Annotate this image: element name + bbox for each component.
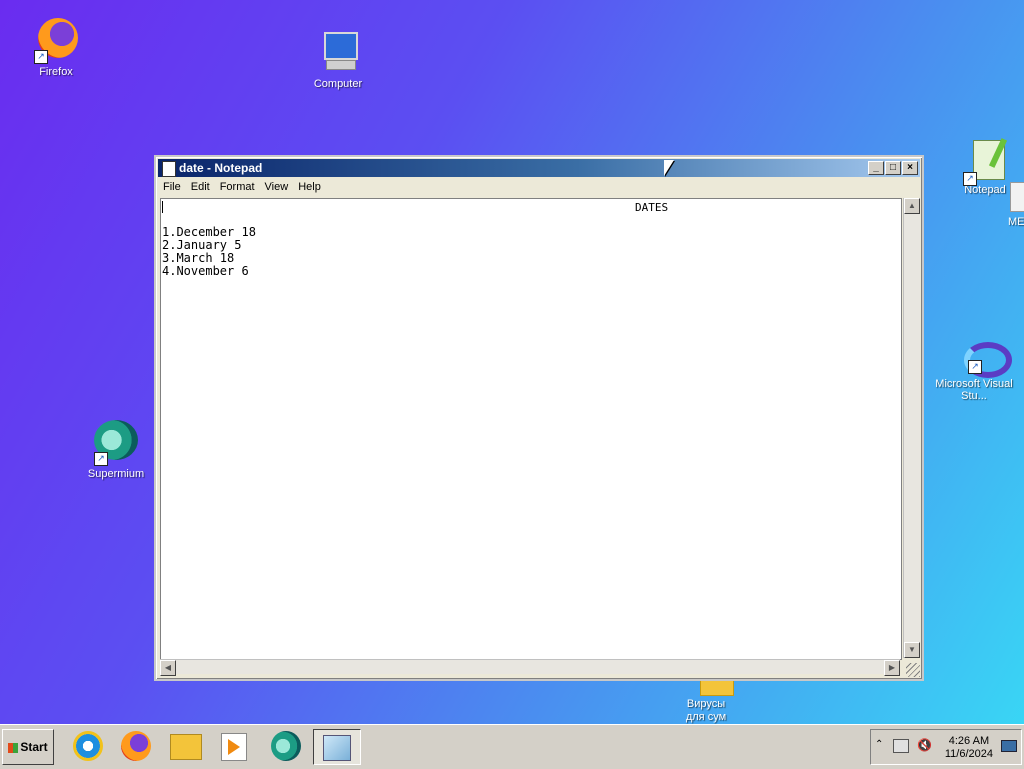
windows-flag-icon — [8, 742, 19, 753]
clock-date: 11/6/2024 — [944, 748, 993, 760]
shortcut-arrow-icon: ↗ — [968, 360, 982, 374]
shortcut-arrow-icon: ↗ — [34, 50, 48, 64]
menu-help[interactable]: Help — [293, 178, 326, 196]
firefox-icon — [121, 731, 151, 761]
menu-view[interactable]: View — [260, 178, 294, 196]
close-button[interactable]: × — [902, 161, 918, 175]
desktop-icon-computer[interactable]: Computer — [298, 28, 378, 90]
scroll-right-icon[interactable]: ▶ — [884, 660, 900, 676]
start-button[interactable]: Start — [2, 729, 54, 765]
shortcut-arrow-icon: ↗ — [94, 452, 108, 466]
window-title: date - Notepad — [179, 161, 263, 175]
horizontal-scrollbar[interactable]: ◀ ▶ — [160, 659, 900, 676]
taskbar-firefox[interactable] — [118, 729, 154, 763]
supermium-icon: ↗ — [92, 418, 140, 466]
folder-icon — [170, 734, 202, 760]
text-caret — [162, 201, 163, 213]
taskbar: Start ⌃ 🔇 4:26 AM 11/6/2024 — [0, 724, 1024, 769]
desktop-icon-visual-studio[interactable]: ↗ Microsoft Visual Stu... — [934, 338, 1014, 402]
minimize-button[interactable]: _ — [868, 161, 884, 175]
menu-file[interactable]: File — [158, 178, 186, 196]
desktop-icon-label: Supermium — [87, 468, 145, 480]
menu-format[interactable]: Format — [215, 178, 260, 196]
taskbar-notepad[interactable] — [313, 729, 361, 765]
network-icon[interactable] — [893, 739, 909, 753]
show-desktop-icon[interactable] — [1001, 740, 1017, 752]
taskbar-file-explorer[interactable] — [168, 729, 204, 763]
document-heading: DATES — [635, 201, 669, 214]
notepad-plus-icon: ↗ — [961, 138, 1009, 186]
desktop-icon-folder[interactable]: Вирусы для сум — [666, 674, 746, 724]
desktop-icon-label: ME — [1008, 216, 1024, 228]
desktop-icon-label: Computer — [313, 78, 363, 90]
notepad-window[interactable]: date - Notepad _ □ × File Edit Format View H… — [154, 155, 924, 681]
desktop-icon-label: Firefox — [39, 66, 73, 78]
supermium-icon — [271, 731, 301, 761]
settings-gear-icon — [1000, 180, 1024, 214]
document-line: 4.November 6 — [162, 264, 249, 278]
taskbar-media-player[interactable] — [216, 729, 252, 763]
text-editor[interactable]: DATES 1.December 18 2.January 5 3.March … — [160, 198, 902, 660]
visual-studio-icon: ↗ — [950, 338, 1012, 386]
clock-time: 4:26 AM — [948, 735, 990, 747]
notepad-app-icon — [162, 161, 176, 177]
document-lines: 1.December 18 2.January 5 3.March 18 4.N… — [162, 226, 256, 278]
desktop-icon-supermium[interactable]: ↗ Supermium — [76, 418, 156, 480]
scroll-left-icon[interactable]: ◀ — [160, 660, 176, 676]
internet-explorer-icon — [73, 731, 103, 761]
taskbar-supermium[interactable] — [268, 729, 304, 763]
computer-icon — [314, 28, 362, 76]
start-label: Start — [20, 740, 48, 754]
desktop-icon-me[interactable]: ME — [990, 180, 1024, 228]
notepad-icon — [323, 735, 351, 761]
tray-expand-icon[interactable]: ⌃ — [875, 739, 883, 750]
clock[interactable]: 4:26 AM 11/6/2024 — [945, 735, 993, 761]
title-bar[interactable]: date - Notepad _ □ × — [158, 159, 920, 177]
system-tray: ⌃ 🔇 4:26 AM 11/6/2024 — [870, 729, 1022, 765]
resize-grip-icon[interactable] — [906, 663, 920, 677]
shortcut-arrow-icon: ↗ — [963, 172, 977, 186]
firefox-icon: ↗ — [32, 16, 80, 64]
taskbar-internet-explorer[interactable] — [70, 729, 106, 763]
desktop-icon-firefox[interactable]: ↗ Firefox — [16, 16, 96, 78]
volume-muted-icon[interactable]: 🔇 — [917, 738, 932, 752]
desktop-icon-label: Вирусы для сум — [685, 698, 727, 723]
menu-edit[interactable]: Edit — [186, 178, 215, 196]
scroll-up-icon[interactable]: ▲ — [904, 198, 920, 214]
vertical-scrollbar[interactable]: ▲ ▼ — [903, 198, 920, 658]
menu-bar: File Edit Format View Help — [158, 178, 920, 196]
maximize-button[interactable]: □ — [885, 161, 901, 175]
media-player-icon — [221, 733, 247, 761]
scroll-down-icon[interactable]: ▼ — [904, 642, 920, 658]
mouse-pointer-icon — [664, 160, 674, 176]
